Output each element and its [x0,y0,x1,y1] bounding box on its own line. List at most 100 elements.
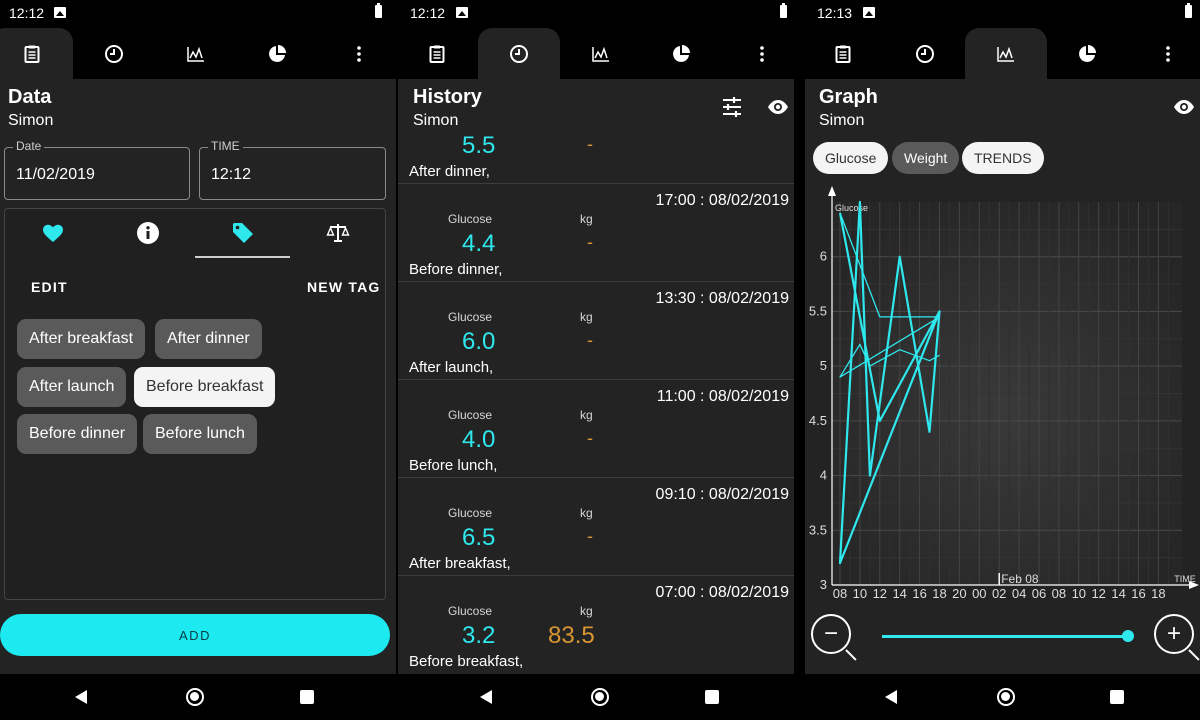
weight-filter-chip[interactable]: Weight [892,142,960,174]
tag-chip[interactable]: After launch [17,367,127,407]
glucose-value: 6.5 [462,524,496,551]
x-axis-label: TIME [1174,574,1196,584]
date-label: Date [13,139,45,153]
card-tab-tags[interactable] [195,221,290,253]
weight-label: kg [580,310,593,324]
history-entry[interactable]: 17:00 : 08/02/2019 Glucose kg 4.4 - Befo… [398,184,794,282]
date-field[interactable]: Date 11/02/2019 [4,139,190,200]
entry-tag: Before dinner, [409,261,503,278]
x-tick-label: 20 [952,586,966,601]
history-entry[interactable]: 09:10 : 08/02/2019 Glucose kg 6.5 - Afte… [398,478,794,576]
home-icon[interactable] [186,688,204,706]
home-icon[interactable] [591,688,609,706]
y-tick-label: 3 [820,577,827,592]
x-tick-label: 08 [833,586,847,601]
status-bar: 12:12 [398,0,794,26]
glucose-filter-chip[interactable]: Glucose [813,142,889,174]
tab-history[interactable] [478,28,560,79]
filter-sliders-icon[interactable] [721,96,743,118]
entry-timestamp: 11:00 : 08/02/2019 [656,388,789,405]
y-tick-label: 3.5 [809,522,827,537]
y-tick-label: 4 [820,468,827,483]
history-list[interactable]: 5.5 - After dinner, 17:00 : 08/02/2019 G… [398,132,794,674]
zoom-slider[interactable] [882,635,1128,638]
tab-graph[interactable] [965,28,1047,79]
zoom-out-button[interactable]: − [811,614,851,654]
entry-tag: After dinner, [409,163,490,180]
weight-label: kg [580,212,593,226]
history-screen: 12:12 History Simon 5.5 - After dinner, … [398,0,794,720]
visibility-eye-icon[interactable] [1173,96,1195,118]
data-entry-icon [429,45,445,63]
tab-data[interactable] [0,28,73,79]
new-tag-button[interactable]: NEW TAG [307,279,380,295]
history-entry[interactable]: 07:00 : 08/02/2019 Glucose kg 3.2 83.5 B… [398,576,794,674]
zoom-in-button[interactable]: + [1154,614,1194,654]
info-icon [136,222,159,244]
add-button[interactable]: ADD [0,614,390,656]
x-tick-label: 16 [1131,586,1145,601]
card-tab-info[interactable] [100,221,195,253]
entry-timestamp: 09:10 : 08/02/2019 [655,486,789,503]
x-tick-label: 14 [1111,586,1125,601]
weight-value: 83.5 [548,622,595,649]
weight-label: kg [580,604,593,618]
tag-chip-selected[interactable]: Before breakfast [134,367,276,407]
time-value: 12:12 [211,166,252,183]
recents-icon[interactable] [705,690,719,704]
edit-tags-button[interactable]: EDIT [31,279,68,295]
tab-data[interactable] [398,28,478,79]
entry-tag: After breakfast, [409,555,511,572]
back-icon[interactable] [75,690,87,704]
x-tick-label: 08 [1052,586,1066,601]
tab-more[interactable] [1127,28,1200,79]
tab-more[interactable] [721,28,794,79]
glucose-chart[interactable]: 3 3.5 4 4.5 5 5.5 6 08 10 12 14 16 18 20 00 02 04 06 08 10 1… [805,180,1200,610]
date-value: 11/02/2019 [16,166,95,183]
x-tick-label: 06 [1032,586,1046,601]
history-clock-icon [916,44,934,63]
history-entry[interactable]: 13:30 : 08/02/2019 Glucose kg 6.0 - Afte… [398,282,794,380]
battery-icon [1185,3,1192,18]
visibility-eye-icon[interactable] [767,96,789,118]
zoom-slider-thumb[interactable] [1122,630,1134,642]
user-name: Simon [413,112,459,129]
more-vert-icon [1166,45,1170,62]
card-tab-health[interactable] [5,221,100,253]
x-tick-label: 18 [932,586,946,601]
tag-chip[interactable]: Before dinner [17,414,138,454]
trends-filter-chip[interactable]: TRENDS [962,142,1044,174]
tag-chip[interactable]: After breakfast [17,319,146,359]
back-icon[interactable] [480,690,492,704]
history-entry[interactable]: 11:00 : 08/02/2019 Glucose kg 4.0 - Befo… [398,380,794,478]
entry-timestamp: 13:30 : 08/02/2019 [655,290,789,307]
recents-icon[interactable] [300,690,314,704]
y-tick-label: 4.5 [809,413,827,428]
tab-history[interactable] [884,28,966,79]
time-field[interactable]: TIME 12:12 [199,139,386,200]
scale-icon [325,224,350,242]
tab-stats[interactable] [1046,28,1128,79]
battery-icon [375,3,382,18]
tab-history[interactable] [73,28,155,79]
history-entry[interactable]: 5.5 - After dinner, [398,132,794,184]
x-tick-label: 12 [1091,586,1105,601]
recents-icon[interactable] [1110,690,1124,704]
tab-stats[interactable] [640,28,722,79]
tab-data[interactable] [805,28,884,79]
home-icon[interactable] [997,688,1015,706]
tag-chip[interactable]: Before lunch [143,414,257,454]
tag-chip[interactable]: After dinner [155,319,262,359]
tab-stats[interactable] [236,28,318,79]
card-tab-weight[interactable] [290,221,385,253]
history-clock-icon [105,44,123,63]
tab-graph[interactable] [155,28,237,79]
entry-timestamp: 17:00 : 08/02/2019 [655,192,789,209]
back-icon[interactable] [885,690,897,704]
battery-icon [780,3,787,18]
tab-more[interactable] [318,28,396,79]
glucose-value: 4.4 [462,230,496,257]
tab-graph[interactable] [560,28,642,79]
y-tick-label: 5.5 [809,303,827,318]
data-entry-icon [835,45,851,63]
